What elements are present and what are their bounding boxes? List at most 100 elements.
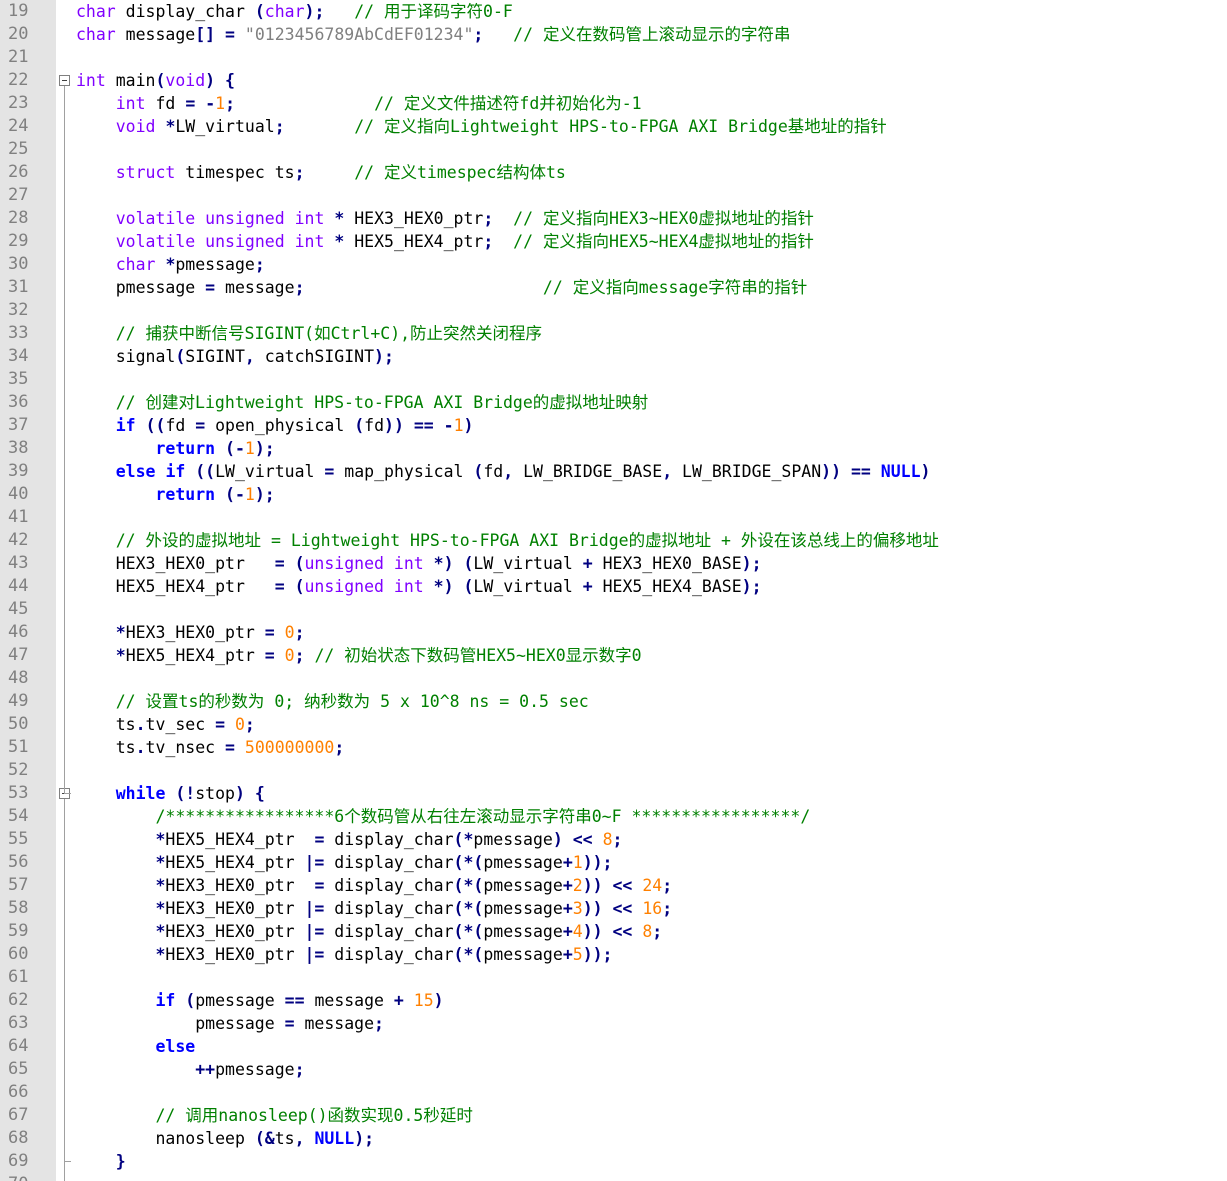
code-token: ; [374, 1014, 384, 1033]
code-line[interactable]: 69 } [0, 1150, 1227, 1173]
code-line[interactable]: 42 // 外设的虚拟地址 = Lightweight HPS-to-FPGA … [0, 529, 1227, 552]
code-text: char *pmessage; [76, 253, 265, 276]
code-line[interactable]: 58 *HEX3_HEX0_ptr |= display_char(*(pmes… [0, 897, 1227, 920]
code-line[interactable]: 57 *HEX3_HEX0_ptr = display_char(*(pmess… [0, 874, 1227, 897]
code-token: . [135, 715, 146, 734]
code-line[interactable]: 59 *HEX3_HEX0_ptr |= display_char(*(pmes… [0, 920, 1227, 943]
code-line[interactable]: 68 nanosleep (&ts, NULL); [0, 1127, 1227, 1150]
code-token: int [294, 209, 325, 228]
code-line[interactable]: 61 [0, 966, 1227, 989]
code-line[interactable]: 40 return (-1); [0, 483, 1227, 506]
line-number: 41 [8, 507, 29, 527]
code-token: = [314, 830, 325, 849]
code-line[interactable]: 64 else [0, 1035, 1227, 1058]
code-line[interactable]: 28 volatile unsigned int * HEX3_HEX0_ptr… [0, 207, 1227, 230]
code-line[interactable]: 20 char message[] = "0123456789AbCdEF0123… [0, 23, 1227, 46]
code-line[interactable]: 38 return (-1); [0, 437, 1227, 460]
code-line[interactable]: 48 [0, 667, 1227, 690]
code-line[interactable]: 46 *HEX3_HEX0_ptr = 0; [0, 621, 1227, 644]
code-token: SIGINT [185, 347, 245, 366]
code-line[interactable]: 26 struct timespec ts; // 定义timespec结构体t… [0, 161, 1227, 184]
code-token: + [393, 991, 404, 1010]
code-token: ( [254, 2, 265, 21]
code-line[interactable]: 35 [0, 368, 1227, 391]
code-line[interactable]: 52 [0, 759, 1227, 782]
code-line[interactable]: 41 [0, 506, 1227, 529]
code-line[interactable]: 23 int fd = -1; // 定义文件描述符fd并初始化为-1 [0, 92, 1227, 115]
code-line[interactable]: 65 ++pmessage; [0, 1058, 1227, 1081]
code-line[interactable]: 55 *HEX5_HEX4_ptr = display_char(*pmessa… [0, 828, 1227, 851]
code-line[interactable]: 34 signal(SIGINT, catchSIGINT); [0, 345, 1227, 368]
code-token: ); [254, 439, 275, 458]
code-line[interactable]: 36 // 创建对Lightweight HPS-to-FPGA AXI Bri… [0, 391, 1227, 414]
code-line[interactable]: 67 // 调用nanosleep()函数实现0.5秒延时 [0, 1104, 1227, 1127]
code-line[interactable]: 27 [0, 184, 1227, 207]
code-token: = [225, 738, 235, 757]
code-line[interactable]: 62 if (pmessage == message + 15) [0, 989, 1227, 1012]
code-token: ( [294, 577, 305, 596]
line-number: 58 [8, 898, 29, 918]
code-line[interactable]: 70 [0, 1173, 1227, 1181]
code-line[interactable]: 45 [0, 598, 1227, 621]
code-line[interactable]: 43 HEX3_HEX0_ptr = (unsigned int *) (LW_… [0, 552, 1227, 575]
code-line[interactable]: 63 pmessage = message; [0, 1012, 1227, 1035]
code-line[interactable]: 29 volatile unsigned int * HEX5_HEX4_ptr… [0, 230, 1227, 253]
code-line[interactable]: 47 *HEX5_HEX4_ptr = 0; // 初始状态下数码管HEX5~H… [0, 644, 1227, 667]
code-token: == [413, 416, 434, 435]
code-token: fd [364, 416, 385, 435]
code-line[interactable]: 25 [0, 138, 1227, 161]
code-line[interactable]: 49 // 设置ts的秒数为 0; 纳秒数为 5 x 10^8 ns = 0.5… [0, 690, 1227, 713]
code-line[interactable]: 66 [0, 1081, 1227, 1104]
code-line[interactable]: 19 char display_char (char); // 用于译码字符0-F [0, 0, 1227, 23]
code-token: = [264, 623, 275, 642]
code-line[interactable]: 21 [0, 46, 1227, 69]
code-line[interactable]: 30 char *pmessage; [0, 253, 1227, 276]
code-line[interactable]: 44 HEX5_HEX4_ptr = (unsigned int *) (LW_… [0, 575, 1227, 598]
code-token: 1 [244, 485, 255, 504]
fold-guide-line [64, 1162, 65, 1181]
code-token: * [334, 232, 345, 251]
code-line[interactable]: 31 pmessage = message; // 定义指向message字符串… [0, 276, 1227, 299]
code-token: - [443, 416, 454, 435]
code-line[interactable]: 33 // 捕获中断信号SIGINT(如Ctrl+C),防止突然关闭程序 [0, 322, 1227, 345]
code-line[interactable]: 53 while (!stop) { [0, 782, 1227, 805]
code-line[interactable]: 54 /*****************6个数码管从右往左滚动显示字符串0~F… [0, 805, 1227, 828]
code-token: ); [374, 347, 394, 366]
code-line[interactable]: 24 void *LW_virtual; // 定义指向Lightweight … [0, 115, 1227, 138]
code-line[interactable]: 37 if ((fd = open_physical (fd)) == -1) [0, 414, 1227, 437]
code-token: unsigned [304, 577, 384, 596]
code-line[interactable]: 50 ts.tv_sec = 0; [0, 713, 1227, 736]
code-editor[interactable]: 19 char display_char (char); // 用于译码字符0-F… [0, 0, 1227, 1181]
line-number: 64 [8, 1036, 29, 1056]
code-line[interactable]: 60 *HEX3_HEX0_ptr |= display_char(*(pmes… [0, 943, 1227, 966]
code-line[interactable]: 32 [0, 299, 1227, 322]
code-token: pmessage [215, 1060, 295, 1079]
code-line[interactable]: 56 *HEX5_HEX4_ptr |= display_char(*(pmes… [0, 851, 1227, 874]
code-text: char display_char (char); // 用于译码字符0-F [76, 0, 513, 23]
code-line[interactable]: 51 ts.tv_nsec = 500000000; [0, 736, 1227, 759]
code-text: int main(void) { [76, 69, 235, 92]
code-line[interactable]: 39 else if ((LW_virtual = map_physical (… [0, 460, 1227, 483]
code-token: ; [254, 255, 265, 274]
fold-minus-icon[interactable] [59, 75, 70, 86]
code-token: display_char [324, 876, 454, 895]
code-token: (! [175, 784, 196, 803]
code-token: 0 [234, 715, 245, 734]
code-line[interactable]: 22 int main(void) { [0, 69, 1227, 92]
